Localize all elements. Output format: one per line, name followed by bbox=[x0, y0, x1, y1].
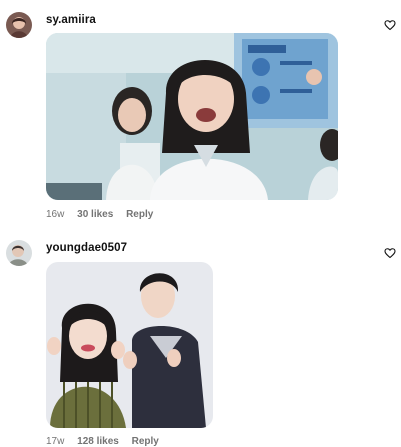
comment-likes[interactable]: 128 likes bbox=[77, 436, 119, 447]
comment-meta: 16w 30 likes Reply bbox=[46, 209, 163, 220]
comment-likes[interactable]: 30 likes bbox=[77, 209, 113, 220]
user-avatar[interactable] bbox=[6, 240, 32, 266]
gif-image bbox=[46, 33, 338, 200]
heart-outline-icon[interactable] bbox=[384, 247, 396, 259]
comment-age: 17w bbox=[46, 436, 65, 447]
user-avatar[interactable] bbox=[6, 12, 32, 38]
comment-meta: 17w 128 likes Reply bbox=[46, 436, 169, 447]
photo-image bbox=[46, 262, 213, 428]
comment-photo[interactable] bbox=[46, 262, 213, 428]
comment-username[interactable]: youngdae0507 bbox=[46, 242, 127, 254]
comment-age: 16w bbox=[46, 209, 65, 220]
reply-button[interactable]: Reply bbox=[126, 209, 153, 220]
avatar-image bbox=[6, 240, 32, 266]
reply-button[interactable]: Reply bbox=[132, 436, 159, 447]
avatar-image bbox=[6, 12, 32, 38]
heart-outline-icon[interactable] bbox=[384, 19, 396, 31]
comment-username[interactable]: sy.amiira bbox=[46, 14, 96, 26]
comment-gif[interactable] bbox=[46, 33, 338, 200]
